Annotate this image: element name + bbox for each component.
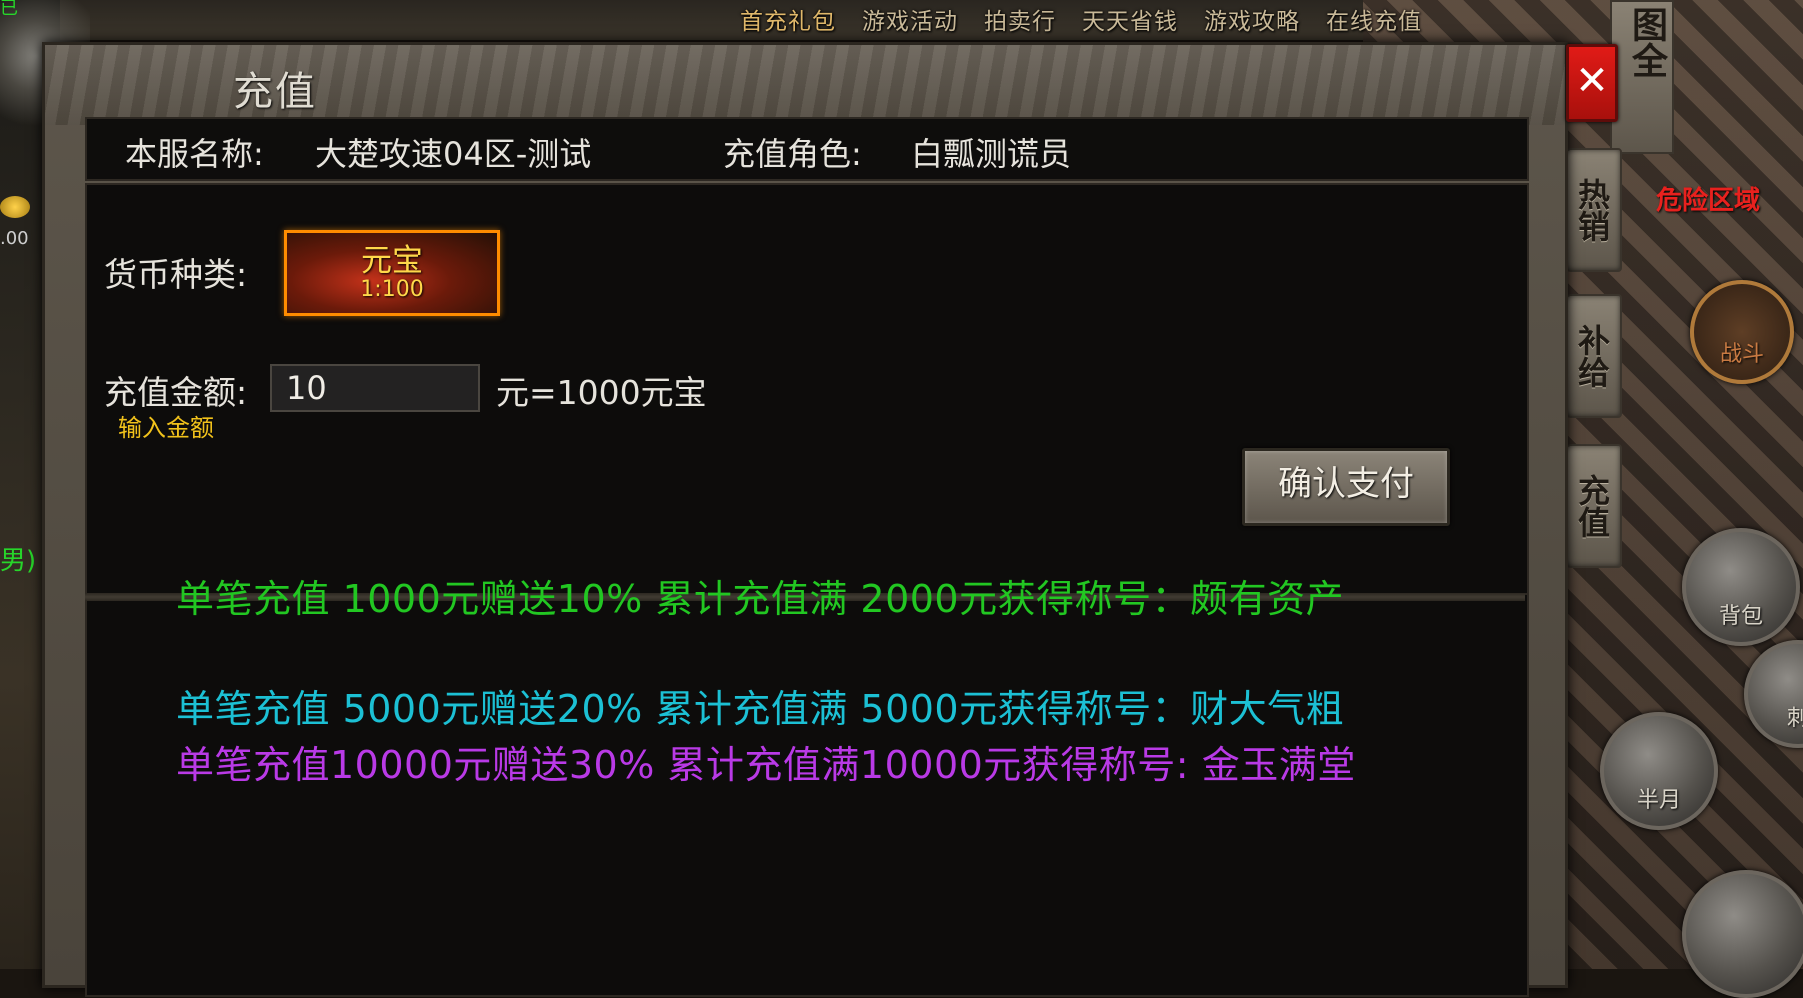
role-name: 白瓢测谎员 xyxy=(911,135,1072,173)
rail-recharge-button[interactable]: 充值 xyxy=(1562,444,1622,568)
menu-online-recharge[interactable]: 在线充值 xyxy=(1326,2,1422,36)
left-hud-number: .00 xyxy=(0,228,29,249)
currency-name: 元宝 xyxy=(361,243,423,279)
promotion-tier-2: 单笔充值 5000元赠送20% 累计充值满 5000元获得称号：财大气粗 xyxy=(176,687,1345,731)
rail-hot-sale-button[interactable]: 热销 xyxy=(1562,148,1622,272)
promotion-tier-1: 单笔充值 1000元赠送10% 累计充值满 2000元获得称号：颇有资产 xyxy=(176,577,1345,621)
menu-game-events[interactable]: 游戏活动 xyxy=(862,2,958,36)
map-button[interactable]: 图全 xyxy=(1610,0,1674,154)
server-label: 本服名称: xyxy=(125,135,264,173)
gold-coin-icon xyxy=(0,196,30,218)
left-hud-name: 已 xyxy=(0,0,18,19)
conversion-text: 元=1000元宝 xyxy=(496,373,707,412)
amount-label: 充值金额: xyxy=(104,373,248,412)
close-button[interactable]: ✕ xyxy=(1566,44,1618,122)
skill-half-moon-button[interactable]: 半月 xyxy=(1600,712,1718,830)
amount-input[interactable] xyxy=(270,364,480,412)
skill-slot-button[interactable] xyxy=(1682,870,1803,998)
currency-ratio: 1:100 xyxy=(360,277,424,302)
amount-hint: 输入金额 xyxy=(118,414,214,442)
currency-label: 货币种类: xyxy=(104,255,248,294)
menu-auction[interactable]: 拍卖行 xyxy=(984,2,1056,36)
skill-battle-button[interactable]: 战斗 xyxy=(1690,280,1794,384)
menu-daily-savings[interactable]: 天天省钱 xyxy=(1082,2,1178,36)
promotion-panel xyxy=(85,593,1529,997)
menu-first-recharge[interactable]: 首充礼包 xyxy=(740,2,836,36)
currency-option-yuanbao[interactable]: 元宝 1:100 xyxy=(284,230,500,316)
info-bar: 本服名称: 大楚攻速04区-测试 充值角色: 白瓢测谎员 xyxy=(85,117,1529,181)
server-name: 大楚攻速04区-测试 xyxy=(315,135,592,173)
rail-supply-button[interactable]: 补给 xyxy=(1562,294,1622,418)
confirm-payment-button[interactable]: 确认支付 xyxy=(1242,448,1450,526)
top-menu: 首充礼包 游戏活动 拍卖行 天天省钱 游戏攻略 在线充值 xyxy=(740,2,1422,36)
inventory-button[interactable]: 背包 xyxy=(1682,528,1800,646)
dialog-title: 充值 xyxy=(233,69,317,115)
danger-zone-label: 危险区域 xyxy=(1656,186,1761,216)
role-label: 充值角色: xyxy=(723,135,862,173)
promotion-tier-3: 单笔充值10000元赠送30% 累计充值满10000元获得称号: 金玉满堂 xyxy=(176,743,1356,787)
menu-game-guide[interactable]: 游戏攻略 xyxy=(1204,2,1300,36)
